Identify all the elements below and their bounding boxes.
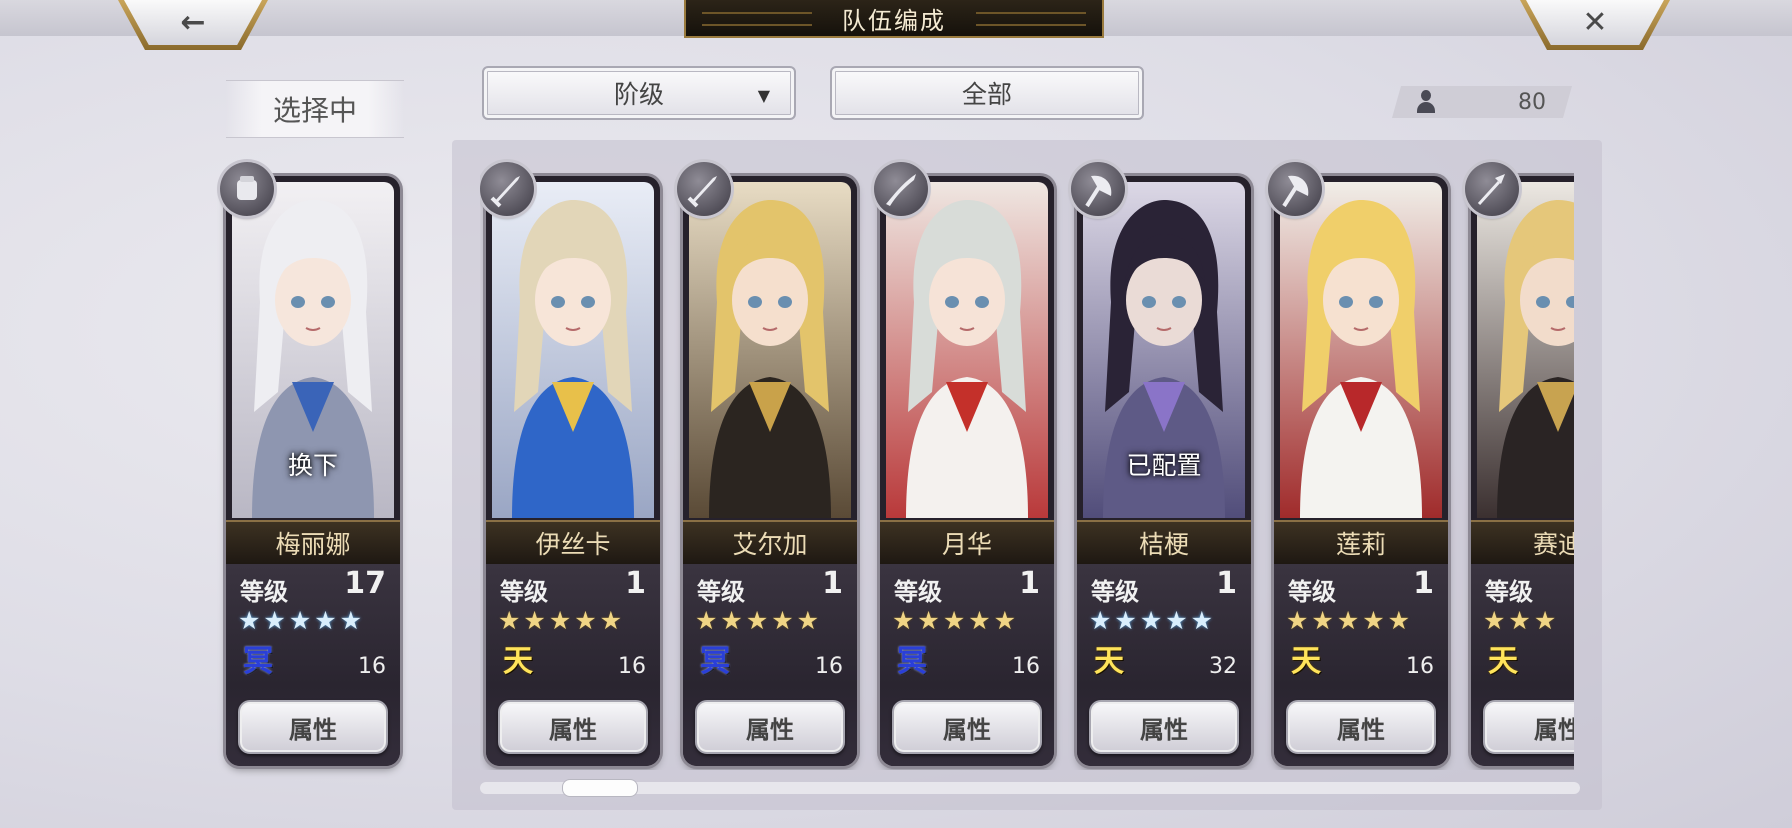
- character-name: 桔梗: [1077, 520, 1251, 565]
- cost-value: 16: [1012, 654, 1040, 679]
- card-stats: 等级 1 ★★★★★ 冥 16 属性: [880, 564, 1054, 766]
- attributes-button[interactable]: 属性: [498, 700, 648, 754]
- level-label: 等级: [697, 578, 745, 606]
- rarity-stars: ★★★★★: [238, 606, 366, 635]
- sword-icon: [677, 162, 731, 216]
- level-label: 等级: [1288, 578, 1336, 606]
- attributes-button[interactable]: 属性: [892, 700, 1042, 754]
- cost-value: 32: [1209, 654, 1237, 679]
- close-icon: ✕: [1582, 5, 1608, 40]
- selecting-label: 选择中: [226, 80, 404, 138]
- card-frame: 月华 等级 1 ★★★★★ 冥 16 属性: [880, 176, 1054, 766]
- axe-icon: [1268, 162, 1322, 216]
- card-stats: 等级 1 ★★★★★ 天 16 属性: [1274, 564, 1448, 766]
- attributes-button[interactable]: 属性: [1089, 700, 1239, 754]
- attributes-button[interactable]: 属性: [1483, 700, 1574, 754]
- all-filter-button[interactable]: 全部: [830, 66, 1144, 120]
- level-label: 等级: [1485, 578, 1533, 606]
- card-stats: 等级 17 ★★★★★ 冥 16 属性: [226, 564, 400, 766]
- level-value: 1: [625, 566, 646, 601]
- level-value: 1: [822, 566, 843, 601]
- element-icon: 天: [1291, 644, 1321, 679]
- level-value: 1: [1413, 566, 1434, 601]
- axe-icon: [1071, 162, 1125, 216]
- rarity-stars: ★★★: [1483, 606, 1560, 635]
- back-button[interactable]: ←: [118, 0, 268, 50]
- character-card[interactable]: 伊丝卡 等级 1 ★★★★★ 天 16 属性: [480, 162, 660, 766]
- card-stats: 等级 1 ★★★★★ 天 32 属性: [1077, 564, 1251, 766]
- card-frame: 赛迪 等级 ★★★ 天 属性: [1471, 176, 1574, 766]
- card-status-text: 换下: [287, 451, 338, 480]
- card-stats: 等级 1 ★★★★★ 天 16 属性: [486, 564, 660, 766]
- character-name: 莲莉: [1274, 520, 1448, 565]
- card-frame: 已配置 桔梗 等级 1 ★★★★★ 天 32 属性: [1077, 176, 1251, 766]
- character-name: 赛迪: [1471, 520, 1574, 565]
- character-card[interactable]: 已配置 桔梗 等级 1 ★★★★★ 天 32 属性: [1071, 162, 1251, 766]
- element-icon: 天: [1488, 644, 1518, 679]
- scrollbar-thumb[interactable]: [562, 779, 638, 797]
- level-label: 等级: [500, 578, 548, 606]
- cost-value: 16: [815, 654, 843, 679]
- party-count: 80: [1518, 90, 1546, 115]
- all-filter-label: 全部: [961, 80, 1012, 109]
- character-portrait: [492, 182, 654, 518]
- card-frame: 艾尔加 等级 1 ★★★★★ 冥 16 属性: [683, 176, 857, 766]
- sword-icon: [480, 162, 534, 216]
- attributes-button[interactable]: 属性: [238, 700, 388, 754]
- rarity-stars: ★★★★★: [892, 606, 1020, 635]
- character-name: 梅丽娜: [226, 520, 400, 565]
- rarity-stars: ★★★★★: [1286, 606, 1414, 635]
- selected-character-card[interactable]: 换下 梅丽娜 等级 17 ★★★★★ 冥 16 属性: [220, 162, 400, 766]
- scrollbar-track[interactable]: [480, 782, 1580, 794]
- level-label: 等级: [240, 578, 288, 606]
- rarity-stars: ★★★★★: [498, 606, 626, 635]
- katana-icon: [874, 162, 928, 216]
- card-frame: 莲莉 等级 1 ★★★★★ 天 16 属性: [1274, 176, 1448, 766]
- card-stats: 等级 ★★★ 天 属性: [1471, 564, 1574, 766]
- cost-value: 16: [1406, 654, 1434, 679]
- character-name: 艾尔加: [683, 520, 857, 565]
- party-count-badge: 80: [1392, 86, 1572, 118]
- attributes-button[interactable]: 属性: [695, 700, 845, 754]
- character-name: 月华: [880, 520, 1054, 565]
- level-label: 等级: [894, 578, 942, 606]
- card-status-text: 已配置: [1126, 451, 1202, 480]
- level-label: 等级: [1091, 578, 1139, 606]
- cost-value: 16: [358, 654, 386, 679]
- level-value: 1: [1216, 566, 1237, 601]
- gauntlet-icon: [220, 162, 274, 216]
- rarity-stars: ★★★★★: [695, 606, 823, 635]
- rarity-stars: ★★★★★: [1089, 606, 1217, 635]
- character-card[interactable]: 莲莉 等级 1 ★★★★★ 天 16 属性: [1268, 162, 1448, 766]
- close-button[interactable]: ✕: [1520, 0, 1670, 50]
- level-value: 17: [344, 566, 386, 601]
- element-icon: 天: [1094, 644, 1124, 679]
- attributes-button[interactable]: 属性: [1286, 700, 1436, 754]
- rank-filter-label: 阶级: [613, 80, 664, 109]
- element-icon: 冥: [897, 644, 927, 679]
- spear-icon: [1465, 162, 1519, 216]
- card-frame: 换下 梅丽娜 等级 17 ★★★★★ 冥 16 属性: [226, 176, 400, 766]
- element-icon: 冥: [700, 644, 730, 679]
- page-title: 队伍编成: [684, 0, 1104, 38]
- chevron-down-icon: ▼: [757, 86, 770, 105]
- card-stats: 等级 1 ★★★★★ 冥 16 属性: [683, 564, 857, 766]
- character-portrait: [1280, 182, 1442, 518]
- roster-list[interactable]: 伊丝卡 等级 1 ★★★★★ 天 16 属性 艾尔加 等级 1 ★★★★★ 冥 …: [480, 150, 1574, 770]
- character-name: 伊丝卡: [486, 520, 660, 565]
- card-frame: 伊丝卡 等级 1 ★★★★★ 天 16 属性: [486, 176, 660, 766]
- character-portrait: [1477, 182, 1574, 518]
- character-card[interactable]: 赛迪 等级 ★★★ 天 属性: [1465, 162, 1574, 766]
- character-portrait: [689, 182, 851, 518]
- element-icon: 冥: [243, 644, 273, 679]
- cost-value: 16: [618, 654, 646, 679]
- character-portrait: [886, 182, 1048, 518]
- level-value: 1: [1019, 566, 1040, 601]
- back-arrow-icon: ←: [180, 5, 206, 40]
- character-card[interactable]: 月华 等级 1 ★★★★★ 冥 16 属性: [874, 162, 1054, 766]
- user-icon: [1414, 90, 1438, 114]
- rank-filter-dropdown[interactable]: 阶级 ▼: [482, 66, 796, 120]
- element-icon: 天: [503, 644, 533, 679]
- character-card[interactable]: 艾尔加 等级 1 ★★★★★ 冥 16 属性: [677, 162, 857, 766]
